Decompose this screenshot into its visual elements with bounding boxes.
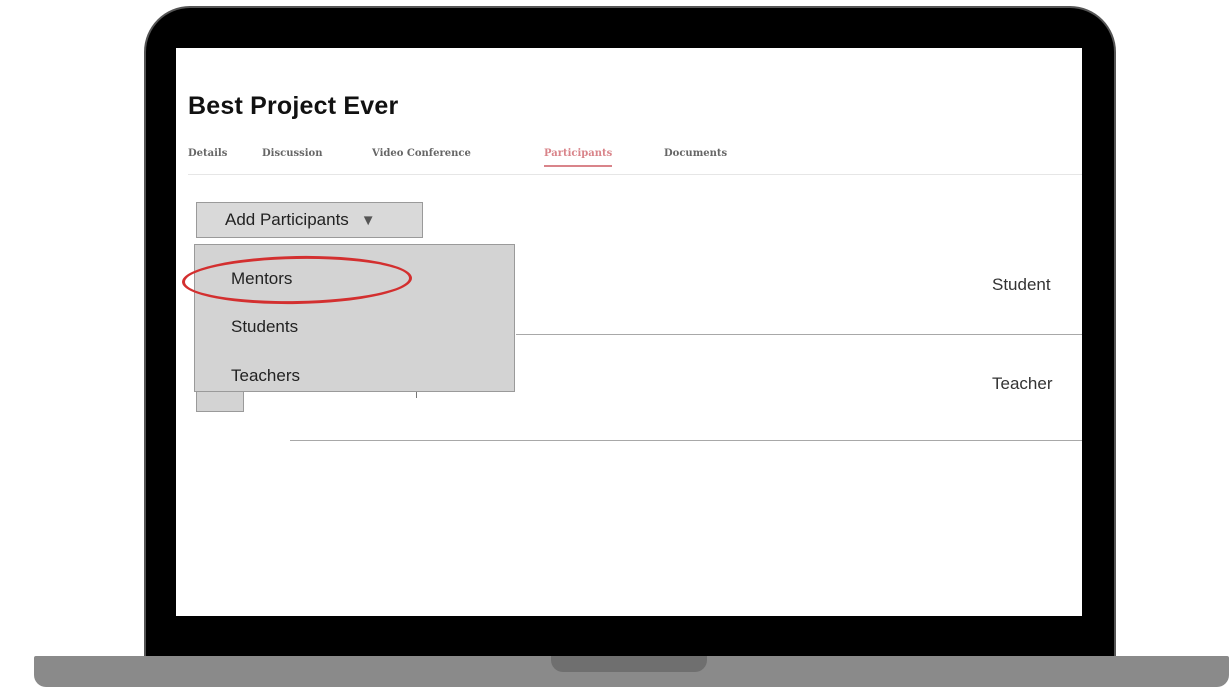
laptop-screen: Best Project Ever Details Discussion Vid… bbox=[176, 48, 1082, 616]
participant-role-teacher: Teacher bbox=[992, 374, 1053, 393]
dropdown-item-teachers[interactable]: Teachers bbox=[231, 366, 300, 386]
row-divider bbox=[290, 440, 1082, 441]
laptop-base-notch bbox=[551, 656, 707, 672]
add-participants-label: Add Participants bbox=[225, 210, 349, 229]
tab-participants[interactable]: Participants bbox=[544, 148, 613, 167]
tab-discussion[interactable]: Discussion bbox=[262, 148, 322, 165]
row-divider bbox=[516, 334, 1082, 335]
participant-avatar-placeholder bbox=[196, 392, 244, 412]
laptop-mockup: Best Project Ever Details Discussion Vid… bbox=[0, 0, 1229, 687]
tab-documents[interactable]: Documents bbox=[664, 148, 727, 165]
tab-video-conference[interactable]: Video Conference bbox=[372, 148, 471, 165]
page-title: Best Project Ever bbox=[188, 92, 399, 120]
dropdown-item-students[interactable]: Students bbox=[231, 317, 298, 337]
participant-role-student: Student bbox=[992, 275, 1051, 294]
tab-details[interactable]: Details bbox=[188, 148, 227, 165]
tab-bar: Details Discussion Video Conference Part… bbox=[188, 140, 1082, 175]
add-participants-button[interactable]: Add Participants ▼ bbox=[196, 202, 423, 238]
chevron-down-icon: ▼ bbox=[360, 211, 376, 229]
